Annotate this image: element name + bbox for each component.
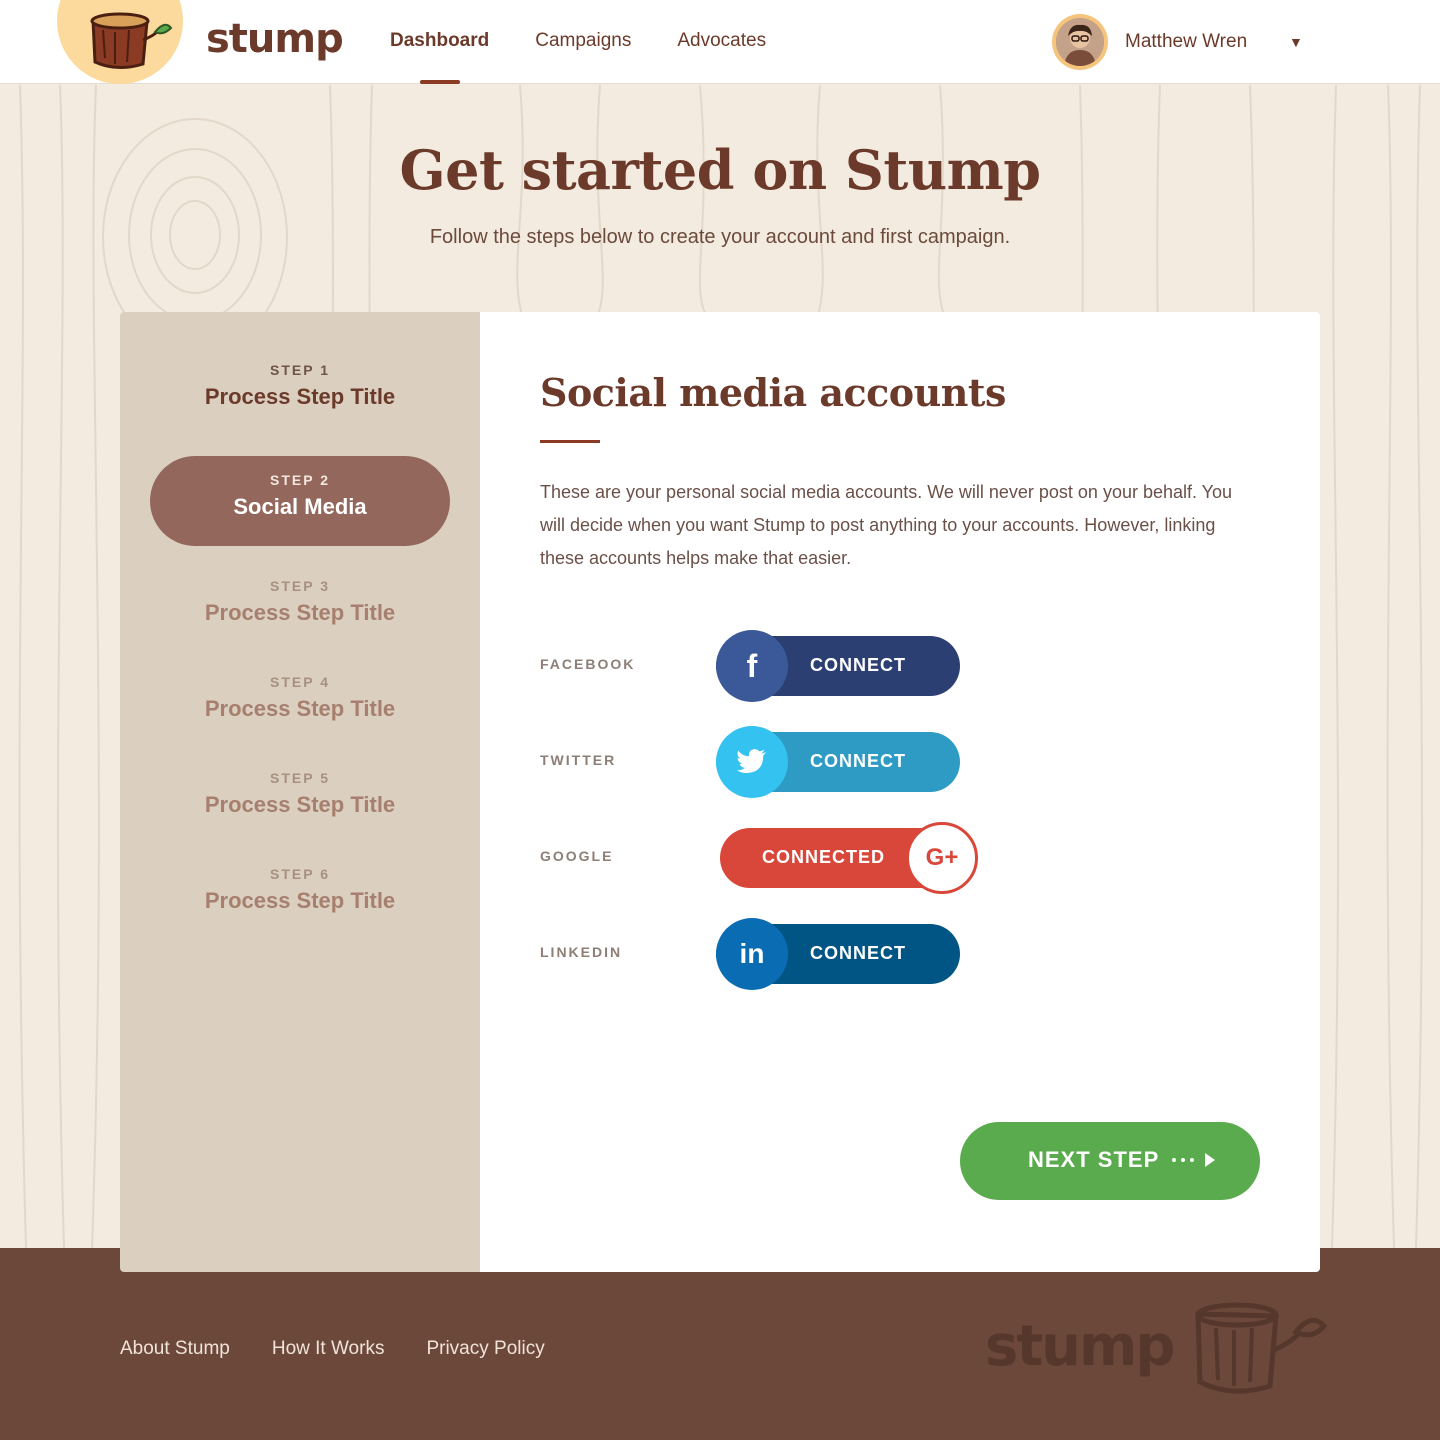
step-label: STEP 1 — [270, 362, 330, 378]
section-description: These are your personal social media acc… — [540, 482, 1233, 568]
button-label: CONNECT — [810, 655, 906, 675]
dotted-arrow-icon — [1172, 1153, 1215, 1167]
step-1[interactable]: STEP 1 Process Step Title — [120, 362, 480, 410]
footer-link-privacy[interactable]: Privacy Policy — [426, 1338, 544, 1360]
step-label: STEP 5 — [270, 770, 330, 786]
twitter-connect-button[interactable]: CONNECT — [716, 726, 960, 798]
linkedin-icon: in — [716, 918, 788, 990]
step-5[interactable]: STEP 5 Process Step Title — [120, 770, 480, 818]
social-label: FACEBOOK — [540, 656, 636, 672]
step-title: Process Step Title — [204, 792, 396, 817]
user-menu[interactable]: Matthew Wren ▼ — [1052, 14, 1303, 70]
user-name[interactable]: Matthew Wren — [1125, 31, 1275, 53]
step-6[interactable]: STEP 6 Process Step Title — [120, 866, 480, 914]
button-label: CONNECT — [810, 751, 906, 771]
top-navigation-bar: stump Dashboard Campaigns Advocates Matt… — [0, 0, 1440, 84]
step-title: Process Step Title — [204, 600, 396, 625]
stump-logo-icon[interactable] — [85, 10, 175, 72]
step-label: STEP 6 — [270, 866, 330, 882]
twitter-icon — [716, 726, 788, 798]
page-subtitle: Follow the steps below to create your ac… — [429, 226, 1011, 248]
step-title: Process Step Title — [204, 696, 396, 721]
title-underline — [540, 440, 600, 443]
step-4[interactable]: STEP 4 Process Step Title — [120, 674, 480, 722]
button-label: CONNECTED — [762, 847, 886, 867]
step-label: STEP 3 — [270, 578, 330, 594]
avatar-photo — [1056, 18, 1104, 66]
step-2-active[interactable]: STEP 2 Social Media — [150, 456, 450, 546]
step-title: Process Step Title — [204, 384, 396, 409]
google-row: GOOGLE CONNECTED G+ — [540, 822, 1040, 894]
step-label: STEP 2 — [270, 472, 330, 488]
button-label: NEXT STEP — [1028, 1147, 1160, 1172]
footer-link-how-it-works[interactable]: How It Works — [272, 1338, 385, 1360]
footer-wordmark: stump — [985, 1314, 1175, 1379]
step-title: Social Media — [233, 494, 367, 519]
steps-sidebar: STEP 1 Process Step Title STEP 2 Social … — [120, 312, 480, 1272]
main-nav: Dashboard Campaigns Advocates — [390, 30, 766, 84]
social-label: TWITTER — [540, 752, 617, 768]
social-label: LINKEDIN — [540, 944, 623, 960]
avatar[interactable] — [1052, 14, 1108, 70]
step-label: STEP 4 — [270, 674, 330, 690]
brand-wordmark[interactable]: stump — [206, 16, 344, 62]
google-plus-icon: G+ — [906, 822, 978, 894]
nav-dashboard[interactable]: Dashboard — [390, 30, 489, 84]
step-3[interactable]: STEP 3 Process Step Title — [120, 578, 480, 626]
stump-logo-icon — [1195, 1302, 1328, 1394]
social-label: GOOGLE — [540, 848, 614, 864]
footer-links: About Stump How It Works Privacy Policy — [120, 1338, 545, 1360]
facebook-connect-button[interactable]: f CONNECT — [716, 630, 960, 702]
section-title: Social media accounts — [540, 370, 1006, 415]
page-footer: About Stump How It Works Privacy Policy … — [0, 1248, 1440, 1440]
step-title: Process Step Title — [204, 888, 396, 913]
next-step-button[interactable]: NEXT STEP — [960, 1122, 1260, 1200]
footer-link-about[interactable]: About Stump — [120, 1338, 230, 1360]
facebook-icon: f — [716, 630, 788, 702]
facebook-row: FACEBOOK f CONNECT — [540, 630, 1040, 702]
page-title: Get started on Stump — [399, 138, 1041, 202]
button-label: CONNECT — [810, 943, 906, 963]
nav-campaigns[interactable]: Campaigns — [535, 30, 631, 56]
chevron-down-icon[interactable]: ▼ — [1289, 34, 1303, 50]
step-content-card: Social media accounts These are your per… — [480, 312, 1320, 1272]
nav-advocates[interactable]: Advocates — [677, 30, 766, 56]
linkedin-connect-button[interactable]: in CONNECT — [716, 918, 960, 990]
google-connected-button[interactable]: CONNECTED G+ — [720, 822, 978, 894]
twitter-row: TWITTER CONNECT — [540, 726, 1040, 798]
linkedin-row: LINKEDIN in CONNECT — [540, 918, 1040, 990]
